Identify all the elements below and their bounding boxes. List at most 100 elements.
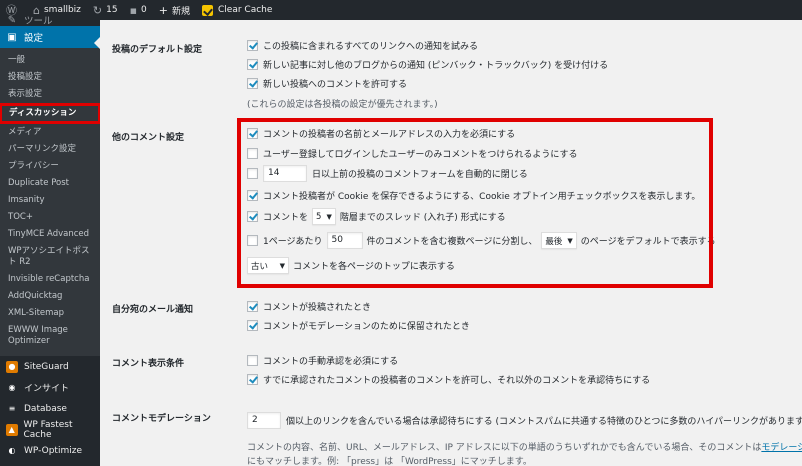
opt-moderation-links[interactable]: 2 個以上のリンクを含んでいる場合は承認待ちにする (コメントスパムに共通する特徴…: [247, 412, 802, 429]
menu-wp-optimize-label: WP-Optimize: [24, 445, 82, 456]
submenu-duplicate-post[interactable]: Duplicate Post: [0, 175, 100, 192]
insights-icon: ◉: [8, 383, 16, 392]
thread-post-text: 階層までのスレッド (入れ子) 形式にする: [339, 213, 506, 223]
opt-registered-only[interactable]: ユーザー登録してログインしたユーザーのみコメントをつけられるようにする: [247, 147, 577, 160]
menu-settings[interactable]: ▣ 設定: [0, 26, 100, 48]
submenu-discussion[interactable]: ディスカッション: [0, 103, 101, 124]
submenu-xml-sitemap[interactable]: XML-Sitemap: [0, 305, 100, 322]
submenu-invisible-recaptcha[interactable]: Invisible reCaptcha: [0, 271, 100, 288]
submenu-media[interactable]: メディア: [0, 124, 100, 141]
opt-close-comments-text: 日以上前の投稿のコメントフォームを自動的に閉じる: [312, 170, 528, 180]
chevron-down-icon: ▼: [567, 236, 573, 245]
checkbox[interactable]: [247, 320, 258, 331]
checkbox[interactable]: [247, 148, 258, 159]
discussion-settings-form: 投稿のデフォルト設定 この投稿に含まれるすべてのリンクへの通知を試みる 新しい記…: [100, 20, 802, 466]
submenu-ewww[interactable]: EWWW Image Optimizer: [0, 322, 100, 350]
new-content-link[interactable]: + 新規: [153, 0, 196, 20]
menu-insights-label: インサイト: [24, 384, 70, 394]
opt-registered-only-text: ユーザー登録してログインしたユーザーのみコメントをつけられるようにする: [263, 150, 578, 160]
checkbox[interactable]: [247, 355, 258, 366]
submenu-toc[interactable]: TOC+: [0, 209, 100, 226]
checkbox[interactable]: [247, 211, 258, 222]
page-mid-text: 件のコメントを含む複数ページに分割し、: [366, 237, 538, 247]
submenu-reading[interactable]: 表示設定: [0, 86, 100, 103]
opt-comment-order[interactable]: 古い ▼ コメントを各ページのトップに表示する: [247, 257, 455, 274]
admin-bar: Ⓦ ⌂ smallbiz ↻ 15 ▪ 0 + 新規 Clear Cache: [0, 0, 802, 20]
comment-order-text: コメントを各ページのトップに表示する: [293, 262, 455, 272]
checkbox[interactable]: [247, 235, 258, 246]
opt-allow-comments[interactable]: 新しい投稿へのコメントを許可する: [247, 77, 407, 90]
menu-insights[interactable]: ◉ インサイト: [0, 377, 100, 398]
menu-wp-fastest-cache-label: WP Fastest Cache: [23, 419, 73, 440]
opt-manual-approval-text: コメントの手動承認を必須にする: [263, 357, 399, 367]
comments-link[interactable]: ▪ 0: [124, 0, 153, 20]
moderation-queue-link[interactable]: モデレーション待: [761, 443, 802, 453]
submenu-writing[interactable]: 投稿設定: [0, 69, 100, 86]
submenu-wp-associate-post[interactable]: WPアソシエイトポスト R2: [0, 243, 100, 271]
opt-paginate-comments[interactable]: 1ページあたり 50 件のコメントを含む複数ページに分割し、 最後 ▼ のページをデフォル…: [247, 232, 716, 249]
page-post-text: のページをデフォルトで表示する: [580, 237, 716, 247]
menu-tools[interactable]: ✎ ツール: [0, 14, 100, 27]
opt-notify-links[interactable]: この投稿に含まれるすべてのリンクへの通知を試みる: [247, 39, 478, 52]
comment-order-select[interactable]: 古い ▼: [247, 257, 289, 274]
opt-email-on-moderation[interactable]: コメントがモデレーションのために保留されたとき: [247, 319, 470, 332]
opt-email-on-moderation-text: コメントがモデレーションのために保留されたとき: [263, 322, 470, 332]
moderation-label: コメントモデレーション: [112, 414, 211, 424]
checkbox[interactable]: [247, 301, 258, 312]
plus-icon: +: [158, 3, 168, 17]
menu-siteguard[interactable]: ● SiteGuard: [0, 356, 100, 377]
moderation-desc-2: にもマッチします。例: 「press」は 「WordPress」にマッチします。: [247, 457, 532, 466]
email-me-label: 自分宛のメール通知: [112, 305, 194, 315]
close-days-input[interactable]: 14: [263, 165, 307, 182]
opt-allow-pingbacks[interactable]: 新しい記事に対し他のブログからの通知 (ピンバック・トラックバック) を受け付け…: [247, 58, 608, 71]
siteguard-icon: ●: [6, 360, 18, 373]
clear-cache-icon: [202, 4, 214, 16]
menu-wp-optimize[interactable]: ◐ WP-Optimize: [0, 440, 100, 461]
moderation-desc-1: コメントの内容、名前、URL、メールアドレス、IP アドレスに以下の単語のうちい…: [247, 440, 802, 453]
other-comment-settings-label: 他のコメント設定: [112, 133, 185, 143]
checkbox[interactable]: [247, 190, 258, 201]
submenu-addquicktag[interactable]: AddQuicktag: [0, 288, 100, 305]
opt-allow-pingbacks-text: 新しい記事に対し他のブログからの通知 (ピンバック・トラックバック) を受け付け…: [263, 61, 609, 71]
settings-submenu: 一般 投稿設定 表示設定 ディスカッション メディア パーマリンク設定 プライバ…: [0, 48, 101, 356]
opt-previously-approved[interactable]: すでに承認されたコメントの投稿者のコメントを許可し、それ以外のコメントを承認待ち…: [247, 373, 650, 386]
opt-email-on-comment-text: コメントが投稿されたとき: [263, 303, 372, 313]
default-post-settings-label: 投稿のデフォルト設定: [112, 45, 203, 55]
submenu-imsanity[interactable]: Imsanity: [0, 192, 100, 209]
clear-cache-label: Clear Cache: [218, 5, 273, 15]
checkbox[interactable]: [247, 59, 258, 70]
clear-cache-link[interactable]: Clear Cache: [196, 0, 278, 20]
thread-depth-select[interactable]: 5 ▼: [312, 208, 336, 225]
submenu-permalink[interactable]: パーマリンク設定: [0, 141, 100, 158]
submenu-general[interactable]: 一般: [0, 52, 100, 69]
submenu-tinymce[interactable]: TinyMCE Advanced: [0, 226, 100, 243]
menu-settings-label: 設定: [24, 33, 44, 44]
opt-close-comments[interactable]: 14 日以上前の投稿のコメントフォームを自動的に閉じる: [247, 165, 528, 182]
menu-wp-fastest-cache[interactable]: ▲ WP Fastest Cache: [0, 419, 100, 440]
menu-database[interactable]: ≡ Database: [0, 398, 100, 419]
opt-cookies[interactable]: コメント投稿者が Cookie を保存できるようにする、Cookie オプトイン…: [247, 189, 700, 202]
moderation-links-input[interactable]: 2: [247, 412, 281, 429]
opt-email-on-comment[interactable]: コメントが投稿されたとき: [247, 300, 371, 313]
checkbox[interactable]: [247, 168, 258, 179]
page-pre-text: 1ページあたり: [263, 237, 323, 247]
per-page-input[interactable]: 50: [326, 232, 363, 249]
settings-icon: ▣: [7, 31, 17, 43]
submenu-privacy[interactable]: プライバシー: [0, 158, 100, 175]
menu-tools-label: ツール: [24, 16, 53, 26]
default-page-select[interactable]: 最後 ▼: [541, 232, 577, 249]
database-icon: ≡: [8, 404, 16, 413]
menu-siteguard-label: SiteGuard: [24, 361, 69, 372]
thread-depth-value: 5: [316, 211, 322, 222]
opt-manual-approval[interactable]: コメントの手動承認を必須にする: [247, 354, 398, 367]
checkbox[interactable]: [247, 40, 258, 51]
opt-require-name-email[interactable]: コメントの投稿者の名前とメールアドレスの入力を必須にする: [247, 127, 515, 140]
fastest-cache-icon: ▲: [6, 423, 18, 436]
opt-thread-comments[interactable]: コメントを 5 ▼ 階層までのスレッド (入れ子) 形式にする: [247, 208, 506, 225]
opt-require-name-email-text: コメントの投稿者の名前とメールアドレスの入力を必須にする: [263, 130, 516, 140]
checkbox[interactable]: [247, 78, 258, 89]
new-content-label: 新規: [172, 6, 191, 17]
opt-notify-links-text: この投稿に含まれるすべてのリンクへの通知を試みる: [263, 42, 479, 52]
checkbox[interactable]: [247, 374, 258, 385]
checkbox[interactable]: [247, 128, 258, 139]
